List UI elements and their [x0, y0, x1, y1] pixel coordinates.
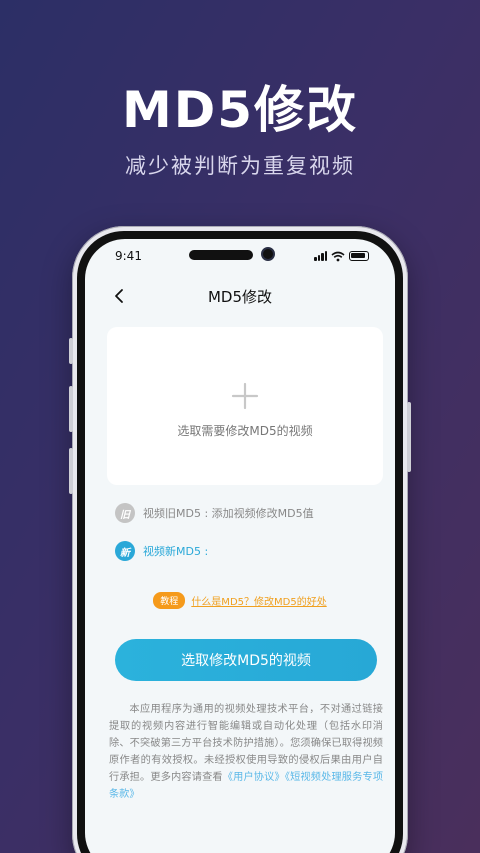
hero-subtitle: 减少被判断为重复视频 — [125, 154, 355, 178]
old-md5-row: 旧 视频旧MD5 : 添加视频修改MD5值 — [115, 503, 314, 523]
new-badge: 新 — [115, 541, 135, 561]
old-md5-label: 视频旧MD5 : 添加视频修改MD5值 — [143, 507, 314, 520]
hero-title: MD5修改 — [121, 81, 359, 139]
battery-icon — [349, 251, 369, 261]
signal-icon — [314, 251, 327, 261]
picker-label: 选取需要修改MD5的视频 — [177, 423, 313, 438]
new-md5-label: 视频新MD5 : — [143, 545, 209, 558]
power-button — [407, 402, 411, 472]
video-picker-card[interactable]: 选取需要修改MD5的视频 — [107, 327, 383, 485]
phone-mockup: 9:41 MD5修改 选取需要修改MD5的视频 旧 视频旧MD5: 添加视频修… — [69, 226, 411, 853]
select-video-button[interactable]: 选取修改MD5的视频 — [115, 639, 377, 681]
status-time: 9:41 — [115, 249, 142, 263]
status-icons — [314, 251, 369, 262]
volume-down-button — [69, 448, 73, 494]
plus-icon — [231, 382, 259, 409]
app-screen: 9:41 MD5修改 选取需要修改MD5的视频 旧 视频旧MD5: 添加视频修… — [85, 239, 395, 853]
page-title: MD5修改 — [207, 287, 273, 306]
tutorial-link[interactable]: 什么是MD5？修改MD5的好处 — [191, 593, 326, 608]
tutorial-badge: 教程 — [153, 592, 186, 609]
user-agreement-link[interactable]: 《用户协议》 — [223, 772, 285, 783]
new-md5-row: 新 视频新MD5 : — [115, 541, 208, 561]
disclaimer-text: 本应用程序为通用的视频处理技术平台，不对通过链接提取的视频内容进行智能编辑或自动… — [109, 701, 383, 803]
tutorial-row: 教程 什么是MD5？修改MD5的好处 — [85, 592, 395, 609]
mute-switch — [69, 338, 73, 364]
speaker-notch — [189, 250, 253, 260]
volume-up-button — [69, 386, 73, 432]
old-badge: 旧 — [115, 503, 135, 523]
wifi-icon — [331, 251, 345, 261]
nav-bar: MD5修改 — [85, 281, 395, 311]
chevron-left-icon[interactable] — [111, 287, 129, 305]
front-camera — [261, 247, 275, 261]
